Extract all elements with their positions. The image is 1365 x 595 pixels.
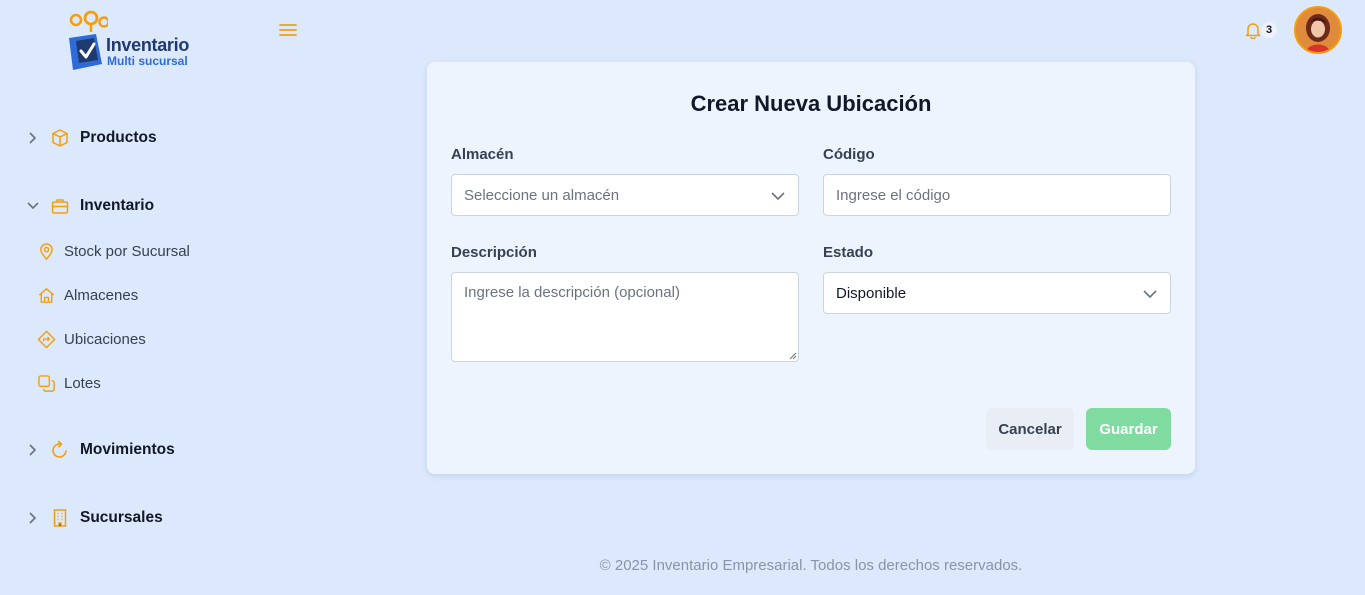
- avatar[interactable]: [1294, 6, 1342, 54]
- sidebar-item-lotes[interactable]: Lotes: [37, 374, 101, 393]
- briefcase-icon: [51, 199, 69, 214]
- cancel-button[interactable]: Cancelar: [986, 408, 1074, 450]
- codigo-label: Código: [823, 146, 875, 163]
- resize-handle-icon[interactable]: [789, 352, 797, 360]
- chevron-right-icon: [29, 444, 37, 456]
- page-title: Crear Nueva Ubicación: [690, 91, 932, 116]
- brand-title: Inventario: [106, 35, 190, 55]
- codigo-input[interactable]: Ingrese el código: [823, 174, 1171, 216]
- logo-icon: [69, 10, 108, 70]
- estado-value: Disponible: [836, 284, 907, 302]
- sidebar-group-label: Inventario: [80, 197, 155, 214]
- footer-copyright: © 2025 Inventario Empresarial. Todos los…: [599, 557, 1023, 574]
- chevron-down-icon: [1143, 290, 1157, 299]
- bell-icon[interactable]: [1244, 21, 1262, 40]
- sidebar-item-label: Stock por Sucursal: [64, 243, 190, 260]
- sidebar-item-ubicaciones[interactable]: Ubicaciones: [37, 330, 146, 349]
- sidebar-group-inventario[interactable]: Inventario: [26, 196, 154, 216]
- app-logo: Inventario Multi sucursal: [66, 10, 206, 72]
- home-icon: [38, 288, 55, 303]
- chevron-right-icon: [29, 512, 37, 524]
- chevron-right-icon: [29, 132, 37, 144]
- sidebar-item-label: Lotes: [64, 375, 101, 392]
- estado-label: Estado: [823, 244, 874, 261]
- menu-toggle-icon[interactable]: [279, 22, 297, 38]
- notification-badge: 3: [1261, 22, 1277, 38]
- sidebar-item-almacenes[interactable]: Almacenes: [37, 286, 138, 305]
- chevron-down-icon: [27, 202, 39, 210]
- almacen-select[interactable]: Seleccione un almacén: [451, 174, 799, 216]
- create-location-card: Crear Nueva Ubicación Almacén Seleccione…: [427, 62, 1195, 474]
- refresh-icon: [52, 440, 67, 458]
- descripcion-label: Descripción: [451, 244, 537, 261]
- chevron-down-icon: [771, 192, 785, 201]
- descripcion-textarea[interactable]: Ingrese la descripción (opcional): [451, 272, 799, 362]
- sidebar-group-sucursales[interactable]: Sucursales: [26, 508, 163, 528]
- brand-subtitle: Multi sucursal: [107, 54, 188, 68]
- sidebar-item-label: Almacenes: [64, 287, 139, 304]
- sidebar-item-stock-por-sucursal[interactable]: Stock por Sucursal: [37, 242, 190, 261]
- sidebar-item-label: Ubicaciones: [64, 331, 146, 348]
- directions-icon: [37, 330, 56, 349]
- sidebar-group-label: Productos: [80, 129, 157, 146]
- copy-icon: [38, 375, 55, 392]
- sidebar-group-label: Sucursales: [80, 509, 163, 526]
- sidebar-group-productos[interactable]: Productos: [26, 128, 157, 148]
- save-button[interactable]: Guardar: [1086, 408, 1171, 450]
- estado-select[interactable]: Disponible: [823, 272, 1171, 314]
- codigo-placeholder: Ingrese el código: [836, 186, 951, 204]
- box-icon: [52, 129, 68, 147]
- map-pin-icon: [40, 243, 53, 261]
- descripcion-placeholder: Ingrese la descripción (opcional): [464, 284, 680, 301]
- sidebar-group-label: Movimientos: [80, 441, 175, 458]
- sidebar-group-movimientos[interactable]: Movimientos: [26, 440, 175, 460]
- almacen-placeholder: Seleccione un almacén: [464, 186, 620, 204]
- almacen-label: Almacén: [451, 146, 514, 163]
- building-icon: [53, 509, 67, 527]
- user-photo: [1296, 8, 1340, 52]
